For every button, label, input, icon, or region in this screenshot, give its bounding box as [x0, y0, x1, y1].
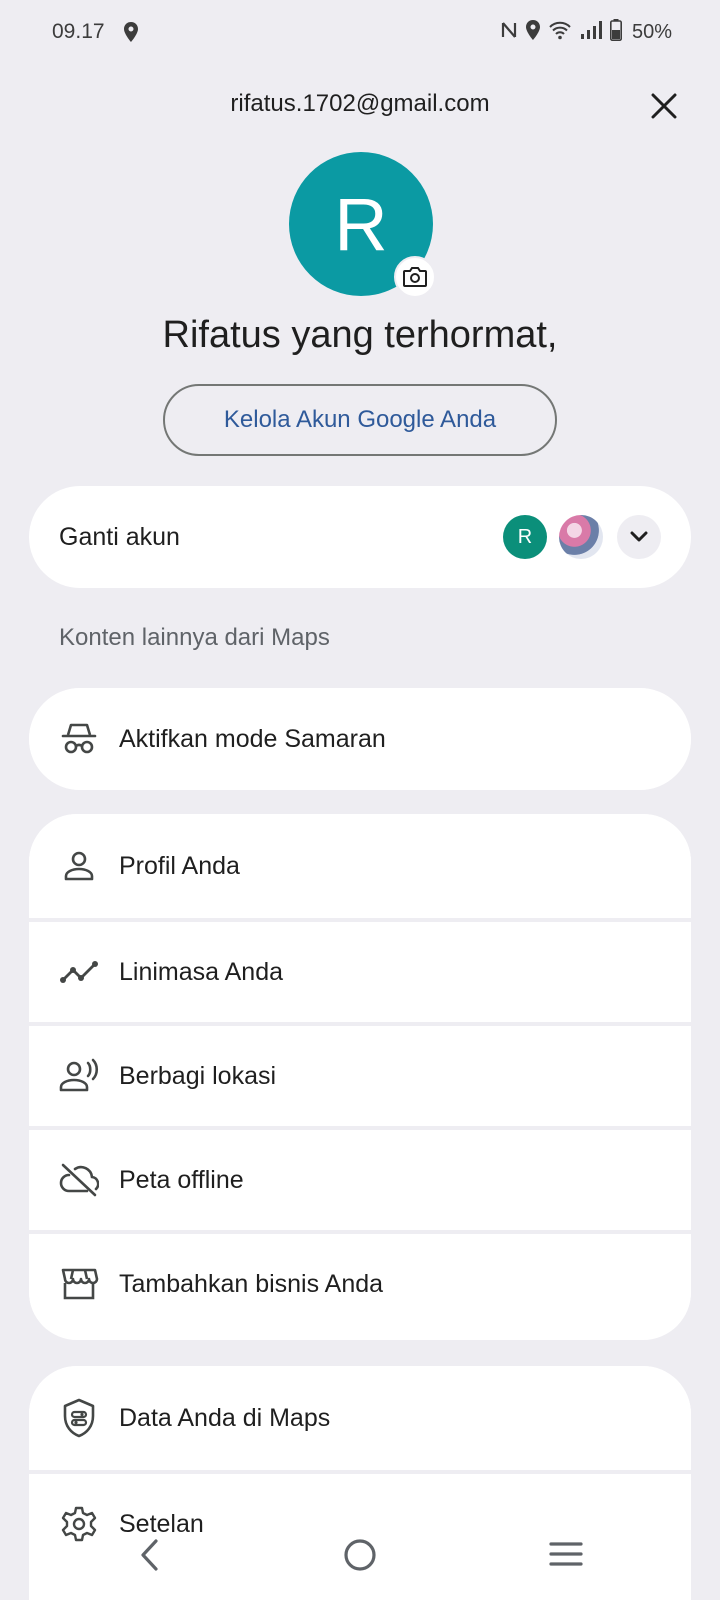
menu-item-label: Peta offline [119, 1165, 244, 1194]
expand-accounts-button[interactable] [617, 515, 661, 559]
menu-item-location-sharing[interactable]: Berbagi lokasi [29, 1022, 691, 1126]
menu-item-add-business[interactable]: Tambahkan bisnis Anda [29, 1230, 691, 1334]
account-avatar-photo[interactable] [559, 515, 603, 559]
back-icon [141, 1539, 158, 1571]
wifi-icon [548, 20, 572, 45]
menu-item-label: Aktifkan mode Samaran [119, 724, 386, 753]
battery-icon [609, 19, 622, 46]
location-icon [525, 20, 540, 45]
home-button[interactable] [343, 1538, 377, 1577]
system-nav-bar [0, 1530, 720, 1600]
battery-percent: 50% [631, 21, 672, 43]
status-bar: 09.17 50% [0, 0, 720, 64]
status-time: 09.17 [52, 20, 105, 43]
menu-item-profile[interactable]: Profil Anda [29, 814, 691, 918]
menu-item-label: Linimasa Anda [119, 957, 284, 986]
chevron-down-icon [630, 531, 648, 542]
person-icon [59, 846, 99, 886]
menu-item-incognito[interactable]: Aktifkan mode Samaran [29, 688, 691, 790]
menu-item-label: Data Anda di Maps [119, 1403, 331, 1432]
switch-account-card[interactable]: Ganti akun R [29, 486, 691, 588]
close-icon [651, 93, 677, 119]
nfc-icon [500, 20, 518, 45]
timeline-icon [59, 952, 99, 992]
menu-item-label: Tambahkan bisnis Anda [119, 1269, 384, 1298]
cloud-off-icon [59, 1160, 99, 1200]
menu-icon [549, 1542, 583, 1566]
incognito-icon [59, 719, 99, 759]
menu-item-label: Berbagi lokasi [119, 1061, 277, 1090]
location-icon [124, 22, 138, 47]
signal-icon [580, 20, 602, 45]
section-label: Konten lainnya dari Maps [59, 624, 330, 651]
switch-account-label: Ganti akun [59, 522, 180, 551]
camera-icon [403, 267, 427, 287]
manage-account-button[interactable]: Kelola Akun Google Anda [163, 384, 557, 456]
shield-icon [59, 1398, 99, 1438]
close-button[interactable] [646, 88, 682, 124]
location-sharing-icon [59, 1056, 99, 1096]
account-email: rifatus.1702@gmail.com [230, 90, 490, 117]
change-photo-button[interactable] [394, 256, 436, 298]
back-button[interactable] [138, 1538, 162, 1577]
account-avatar-r[interactable]: R [503, 515, 547, 559]
home-icon [344, 1539, 376, 1571]
incognito-card: Aktifkan mode Samaran [29, 688, 691, 790]
status-icons: 50% [500, 19, 672, 46]
menu-item-label: Profil Anda [119, 851, 240, 880]
recent-apps-button[interactable] [548, 1540, 584, 1573]
greeting-text: Rifatus yang terhormat, [162, 314, 558, 356]
menu-item-offline-maps[interactable]: Peta offline [29, 1126, 691, 1230]
storefront-icon [59, 1264, 99, 1304]
menu-item-timeline[interactable]: Linimasa Anda [29, 918, 691, 1022]
menu-item-your-data[interactable]: Data Anda di Maps [29, 1366, 691, 1470]
menu-list-card: Profil Anda Linimasa Anda Berbagi lokasi… [29, 814, 691, 1340]
